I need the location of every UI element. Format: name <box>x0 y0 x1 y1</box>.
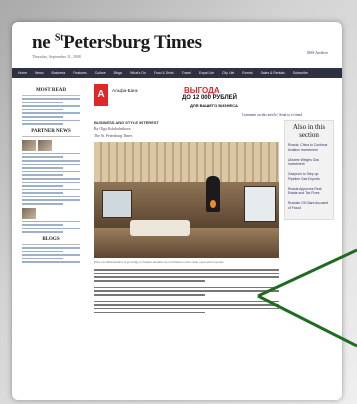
nav-item[interactable]: Business <box>52 71 66 75</box>
nav-item[interactable]: Culture <box>95 71 106 75</box>
related-link[interactable]: Russia, China to Continue Aviation Inves… <box>288 143 330 152</box>
nav-item[interactable]: What's On <box>130 71 146 75</box>
dateline: Thursday, September 11, 2008 <box>32 54 81 59</box>
logo-main: Petersburg Times <box>63 32 202 53</box>
logo-prefix: ne <box>32 32 51 53</box>
left-column: MOST READ PARTNER NEWS BLOGS <box>22 84 80 400</box>
related-link[interactable]: Gazprom to Step up Pipeline Gas Exports <box>288 172 330 181</box>
blogs-heading: BLOGS <box>22 237 80 246</box>
masthead: ne StPetersburg Times Thursday, Septembe… <box>12 22 342 70</box>
article: BUSINESS AND STYLE INTEREST By Olga Kolo… <box>94 120 279 400</box>
alfa-logo-icon: A <box>94 84 108 106</box>
most-read-heading: MOST READ <box>22 88 80 96</box>
ad-subline: ДЛЯ ВАШЕГО БИЗНЕСА <box>190 103 238 108</box>
partner-thumbs <box>22 139 80 151</box>
nav-item[interactable]: Blogs <box>114 71 122 75</box>
logo-sup: St <box>54 32 64 44</box>
nav-item[interactable]: Events <box>242 71 252 75</box>
also-in-section-title: Also in this section <box>292 123 326 139</box>
nav-item[interactable]: Home <box>18 71 27 75</box>
partner-news-list-2[interactable] <box>22 220 80 234</box>
nav-item[interactable]: Subscribe <box>293 71 308 75</box>
banner-ad[interactable]: A Альфа-Банк ВЫГОДА ДО 12 000 РУБЛЕЙ ДЛЯ… <box>94 84 294 110</box>
partner-news-list[interactable] <box>22 152 80 205</box>
browser-page: ne StPetersburg Times Thursday, Septembe… <box>12 22 342 400</box>
byline-source: The St. Petersburg Times <box>94 133 133 138</box>
ad-amount: ДО 12 000 РУБЛЕЙ <box>182 95 237 101</box>
related-link[interactable]: Ukraine Weighs Gas Investment <box>288 158 330 167</box>
nav-bar: Home News Business Features Culture Blog… <box>12 68 342 78</box>
partner-news-heading: PARTNER NEWS <box>22 129 80 137</box>
site-logo[interactable]: ne StPetersburg Times <box>32 32 202 54</box>
nav-item[interactable]: News <box>35 71 43 75</box>
nav-item[interactable]: Travel <box>182 71 191 75</box>
right-column: Also in this section Russia, China to Co… <box>284 120 334 400</box>
nav-item[interactable]: City Life <box>222 71 234 75</box>
article-body <box>94 269 279 314</box>
related-list: Russia, China to Continue Aviation Inves… <box>288 143 330 210</box>
article-photo <box>94 142 279 259</box>
ad-headline: ВЫГОДА <box>184 86 220 95</box>
related-link[interactable]: Russian Oil Giant Accused of Fraud <box>288 201 330 210</box>
nav-item[interactable]: Sales & Rentals <box>261 71 285 75</box>
article-kicker: BUSINESS AND STYLE INTEREST <box>94 120 159 125</box>
photo-caption: Pilot accommodation is growing to featur… <box>94 260 224 265</box>
related-link[interactable]: Russia Approves Real Estate and Tax Fixe… <box>288 187 330 196</box>
article-actions[interactable]: Comment on this article | Send to a frie… <box>242 113 302 117</box>
nav-item[interactable]: Food & Drink <box>154 71 174 75</box>
nav-item[interactable]: Features <box>73 71 86 75</box>
nav-item[interactable]: Expat Life <box>199 71 214 75</box>
partner-thumbs-2 <box>22 207 80 219</box>
most-read-list[interactable] <box>22 98 80 125</box>
ad-bank-name: Альфа-Банк <box>112 88 138 93</box>
also-in-section-box: Also in this section Russia, China to Co… <box>284 120 334 220</box>
byline-author: By Olga Kolokolnikova <box>94 127 131 131</box>
blogs-list[interactable] <box>22 247 80 263</box>
rss-archive-links[interactable]: RSS Archive <box>307 50 328 55</box>
